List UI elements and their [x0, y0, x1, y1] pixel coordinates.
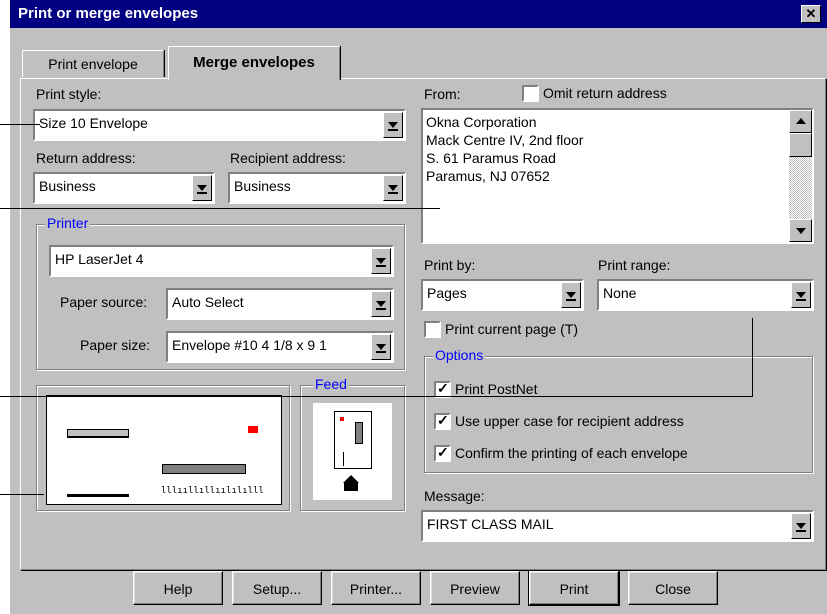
print-style-select[interactable]: Size 10 Envelope: [33, 109, 406, 141]
scroll-up-icon[interactable]: [789, 110, 812, 133]
vertical-scrollbar[interactable]: [789, 110, 812, 242]
callout-line: [0, 494, 44, 495]
preview-button[interactable]: Preview: [430, 571, 520, 605]
from-line: Paramus, NJ 07652: [426, 168, 550, 184]
feed-arrow-icon: [343, 475, 359, 483]
printer-select[interactable]: HP LaserJet 4: [49, 245, 394, 277]
from-address-textarea[interactable]: Okna Corporation Mack Centre IV, 2nd flo…: [421, 108, 814, 244]
confirm-printing-label: Confirm the printing of each envelope: [455, 445, 688, 461]
print-current-page-checkbox[interactable]: [424, 321, 441, 338]
printer-button[interactable]: Printer...: [331, 571, 421, 605]
close-button[interactable]: Close: [628, 571, 718, 605]
from-line: Mack Centre IV, 2nd floor: [426, 132, 584, 148]
stamp-icon: [248, 426, 258, 433]
checkmark-icon: ✓: [437, 412, 449, 428]
tab-print-envelope[interactable]: Print envelope: [22, 50, 164, 77]
recipient-address-bar: [162, 464, 246, 474]
printer-group-label: Printer: [45, 215, 91, 231]
recipient-address-select[interactable]: Business: [228, 172, 406, 204]
callout-line: [0, 124, 40, 125]
dialog-title: Print or merge envelopes: [18, 5, 199, 22]
callout-line: [752, 318, 753, 397]
from-label: From:: [424, 86, 461, 102]
paper-size-select[interactable]: Envelope #10 4 1/8 x 9 1: [166, 331, 394, 363]
print-range-label: Print range:: [598, 257, 671, 273]
print-button[interactable]: Print: [528, 570, 620, 606]
chevron-down-icon[interactable]: [791, 282, 811, 308]
tab-label: Print envelope: [48, 56, 138, 72]
paper-source-label: Paper source:: [60, 294, 148, 310]
feed-preview: [313, 403, 392, 500]
callout-line: [0, 396, 752, 397]
close-icon[interactable]: ✕: [801, 5, 821, 23]
options-group-label: Options: [433, 347, 486, 363]
print-postnet-label: Print PostNet: [455, 381, 538, 397]
title-bar[interactable]: Print or merge envelopes ✕: [10, 0, 827, 28]
feed-label: Feed: [313, 376, 349, 392]
feed-stamp-icon: [340, 417, 344, 421]
print-range-select[interactable]: None: [597, 279, 814, 311]
confirm-printing-checkbox[interactable]: ✓: [434, 444, 451, 462]
upper-case-checkbox[interactable]: ✓: [434, 412, 451, 430]
from-line: S. 61 Paramus Road: [426, 150, 556, 166]
address-line: [67, 494, 129, 497]
print-current-page-label: Print current page (T): [445, 321, 579, 337]
chevron-down-icon[interactable]: [371, 334, 391, 360]
chevron-down-icon[interactable]: [791, 513, 811, 539]
print-style-label: Print style:: [36, 86, 102, 102]
feed-address-line: [343, 452, 344, 466]
feed-arrow-base: [344, 483, 358, 491]
return-address-label: Return address:: [36, 150, 136, 166]
checkmark-icon: ✓: [437, 380, 449, 396]
return-address-bar: [67, 429, 129, 438]
omit-return-address-checkbox[interactable]: [522, 85, 539, 102]
chevron-down-icon[interactable]: [383, 112, 403, 138]
return-address-select[interactable]: Business: [33, 172, 215, 204]
checkmark-icon: ✓: [437, 444, 449, 460]
print-by-label: Print by:: [424, 257, 476, 273]
chevron-down-icon[interactable]: [371, 291, 391, 317]
paper-size-label: Paper size:: [80, 337, 151, 353]
chevron-down-icon[interactable]: [371, 248, 391, 274]
setup-button[interactable]: Setup...: [232, 571, 322, 605]
feed-recipient-bar: [355, 422, 363, 444]
chevron-down-icon[interactable]: [192, 175, 212, 201]
message-label: Message:: [424, 488, 485, 504]
feed-envelope: [334, 411, 372, 469]
chevron-down-icon[interactable]: [383, 175, 403, 201]
callout-line: [0, 208, 440, 209]
scroll-down-icon[interactable]: [789, 219, 812, 242]
message-select[interactable]: FIRST CLASS MAIL: [421, 510, 814, 542]
chevron-down-icon[interactable]: [561, 282, 581, 308]
barcode: lllııllıllıılılılll: [161, 486, 264, 496]
envelope-preview: lllııllıllıılılılll: [46, 395, 282, 505]
from-line: Okna Corporation: [426, 114, 537, 130]
paper-source-select[interactable]: Auto Select: [166, 288, 394, 320]
recipient-address-label: Recipient address:: [230, 150, 346, 166]
scroll-thumb[interactable]: [789, 133, 812, 157]
omit-return-address-label: Omit return address: [543, 85, 667, 101]
upper-case-label: Use upper case for recipient address: [455, 413, 684, 429]
help-button[interactable]: Help: [133, 571, 223, 605]
tab-merge-envelopes[interactable]: Merge envelopes: [168, 46, 340, 80]
tab-label: Merge envelopes: [193, 54, 315, 71]
print-by-select[interactable]: Pages: [421, 279, 584, 311]
